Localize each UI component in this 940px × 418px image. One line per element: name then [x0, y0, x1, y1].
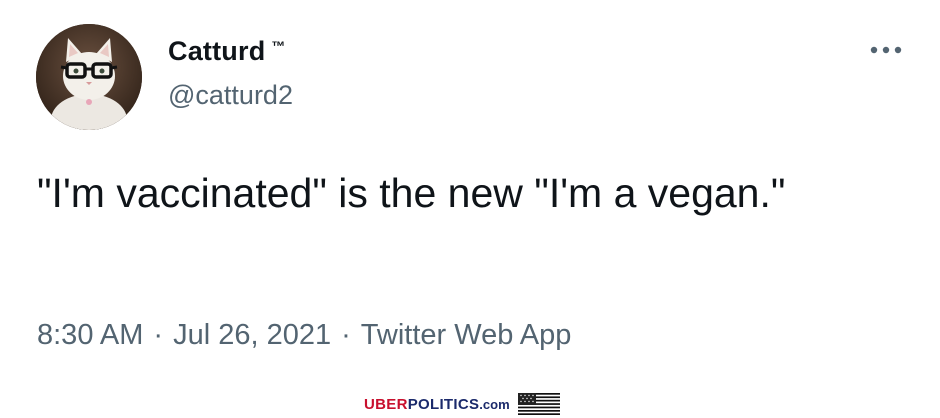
more-options-button[interactable]	[866, 40, 906, 60]
tweet-metadata: 8:30 AM · Jul 26, 2021 · Twitter Web App	[37, 319, 571, 352]
tweet-source[interactable]: Twitter Web App	[361, 319, 572, 351]
meta-separator: ·	[153, 319, 164, 351]
tweet-time[interactable]: 8:30 AM	[37, 319, 143, 351]
us-flag-icon	[517, 393, 560, 415]
display-name-text: Catturd	[168, 36, 266, 66]
watermark-politics: POLITICS	[407, 395, 480, 413]
meta-separator: ·	[341, 319, 351, 351]
trademark-badge: ™	[271, 38, 286, 54]
tweet-card: Catturd ™ @catturd2 "I'm vaccinated" is t…	[0, 0, 940, 418]
site-watermark: UBER POLITICS .com	[364, 393, 560, 415]
user-handle[interactable]: @catturd2	[168, 80, 293, 111]
watermark-uber: UBER	[364, 395, 408, 413]
avatar[interactable]	[36, 24, 142, 130]
watermark-domain: .com	[479, 396, 510, 412]
more-horizontal-icon	[870, 46, 902, 54]
tweet-text: "I'm vaccinated" is the new "I'm a vegan…	[37, 170, 786, 216]
tweet-date[interactable]: Jul 26, 2021	[173, 319, 331, 351]
cat-with-glasses-avatar-icon	[36, 24, 142, 130]
display-name[interactable]: Catturd ™	[168, 36, 286, 67]
